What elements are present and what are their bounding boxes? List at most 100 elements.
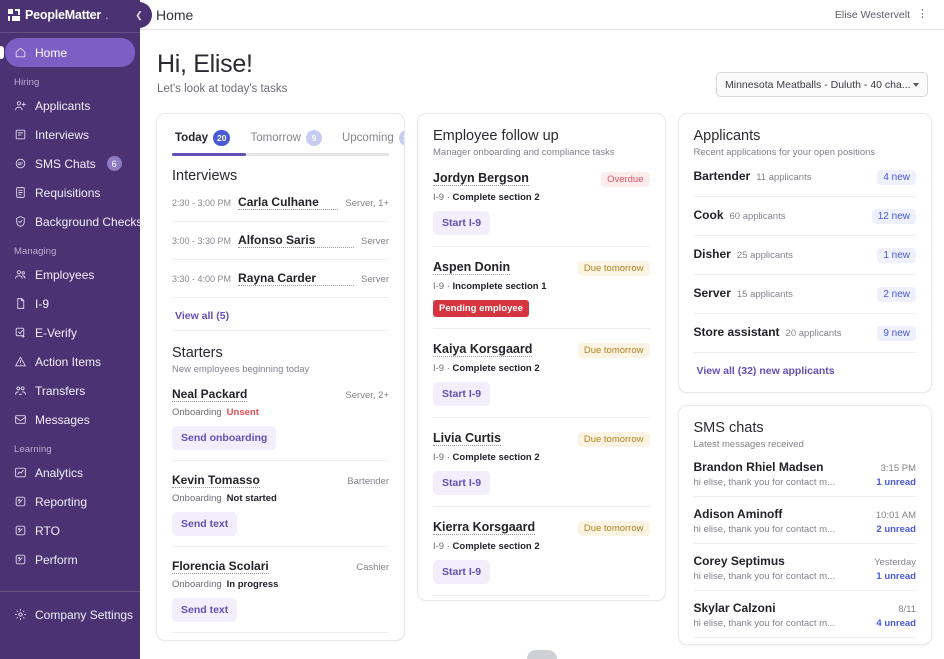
sidebar-footer: Company Settings: [0, 591, 140, 629]
followup-task: I-9 · Complete section 2: [433, 192, 650, 203]
tab-today[interactable]: Today20: [175, 130, 230, 153]
scroll-to-top-button[interactable]: [527, 650, 557, 659]
followup-action-button[interactable]: Start I-9: [433, 211, 490, 235]
followup-task-prefix: I-9 ·: [433, 192, 450, 203]
sidebar-item-requisitions[interactable]: Requisitions: [5, 178, 135, 207]
sidebar-section-label-hiring: Hiring: [0, 67, 140, 91]
location-select[interactable]: Minnesota Meatballs - Duluth - 40 cha...: [716, 72, 928, 97]
report-icon: [14, 553, 27, 566]
starter-row: Kevin TomassoBartenderOnboardingNot star…: [172, 461, 389, 547]
sidebar-item-applicants[interactable]: Applicants: [5, 91, 135, 120]
followup-employee-link[interactable]: Livia Curtis: [433, 431, 501, 446]
followup-header: Kaiya KorsgaardDue tomorrow: [433, 342, 650, 358]
followup-task-prefix: I-9 ·: [433, 281, 450, 292]
starter-status-value: Unsent: [227, 407, 259, 418]
followup-task: I-9 · Complete section 2: [433, 363, 650, 374]
sms-chat-row[interactable]: Ahmad Bergson8/11hi elise, thank you for…: [694, 638, 917, 645]
sidebar-item-sms-chats[interactable]: SMS Chats6: [5, 149, 135, 178]
sidebar-item-messages[interactable]: Messages: [5, 405, 135, 434]
followup-task: I-9 · Complete section 2: [433, 452, 650, 463]
starter-action-button[interactable]: Send onboarding: [172, 426, 276, 450]
applicant-new-badge[interactable]: 4 new: [877, 170, 916, 185]
sidebar-item-i-9[interactable]: I-9: [5, 289, 135, 318]
followup-view-all-link[interactable]: View all (10): [433, 596, 496, 601]
applicants-card: Applicants Recent applications for your …: [678, 113, 933, 393]
sidebar-item-interviews[interactable]: Interviews: [5, 120, 135, 149]
followup-employee-link[interactable]: Aspen Donin: [433, 260, 510, 275]
applicant-new-badge[interactable]: 12 new: [872, 209, 916, 224]
sidebar-item-perform[interactable]: Perform: [5, 545, 135, 574]
interview-candidate-link[interactable]: Alfonso Saris: [238, 233, 354, 248]
sms-chat-row[interactable]: Corey SeptimusYesterdayhi elise, thank y…: [694, 544, 917, 591]
sidebar-item-background-checks[interactable]: Background Checks: [5, 207, 135, 236]
interview-candidate-link[interactable]: Rayna Carder: [238, 271, 354, 286]
sidebar-collapse-button[interactable]: ❮: [126, 2, 152, 28]
sidebar-item-label: Transfers: [35, 384, 85, 398]
sidebar-item-e-verify[interactable]: E-Verify: [5, 318, 135, 347]
tab-upcoming[interactable]: Upcoming14: [342, 130, 405, 153]
interview-row[interactable]: 3:30 - 4:00 PMRayna CarderServer: [172, 260, 389, 298]
user-name[interactable]: Elise Westervelt: [835, 9, 910, 21]
sidebar-item-action-items[interactable]: Action Items: [5, 347, 135, 376]
followup-task: I-9 · Complete section 2: [433, 541, 650, 552]
form-icon: [14, 297, 27, 310]
followup-employee-link[interactable]: Kaiya Korsgaard: [433, 342, 532, 357]
applicant-position-row[interactable]: Store assistant20 applicants9 new: [694, 314, 917, 353]
applicant-new-badge[interactable]: 9 new: [877, 326, 916, 341]
document-icon: [14, 186, 27, 199]
starter-action-button[interactable]: Send text: [172, 598, 237, 622]
brand-logo[interactable]: PeopleMatter .: [0, 0, 140, 30]
applicant-position-row[interactable]: Cook60 applicants12 new: [694, 197, 917, 236]
starter-role: Server, 2+: [345, 390, 389, 401]
followup-header: Livia CurtisDue tomorrow: [433, 431, 650, 447]
home-icon: [14, 46, 27, 59]
starter-status-value: In progress: [227, 579, 279, 590]
followup-employee-link[interactable]: Kierra Korsgaard: [433, 520, 535, 535]
sidebar-item-reporting[interactable]: Reporting: [5, 487, 135, 516]
starter-action-button[interactable]: Send text: [172, 512, 237, 536]
tab-tomorrow[interactable]: Tomorrow9: [250, 130, 321, 153]
applicant-new-badge[interactable]: 2 new: [877, 287, 916, 302]
interview-row[interactable]: 2:30 - 3:00 PMCarla CulhaneServer, 1+: [172, 184, 389, 222]
sms-chat-row[interactable]: Brandon Rhiel Madsen3:15 PMhi elise, tha…: [694, 450, 917, 497]
followup-action-button[interactable]: Start I-9: [433, 471, 490, 495]
sidebar-item-analytics[interactable]: Analytics: [5, 458, 135, 487]
starter-name-link[interactable]: Neal Packard: [172, 387, 247, 402]
applicant-position-row[interactable]: Bartender11 applicants4 new: [694, 158, 917, 197]
chat-icon: [14, 157, 27, 170]
applicants-view-all-link[interactable]: View all (32) new applicants: [694, 353, 835, 379]
starter-status: OnboardingNot started: [172, 493, 389, 504]
starter-name-link[interactable]: Kevin Tomasso: [172, 473, 260, 488]
interview-candidate-link[interactable]: Carla Culhane: [238, 195, 338, 210]
sidebar-item-label: Background Checks: [35, 215, 140, 229]
interviews-view-all-link[interactable]: View all (5): [172, 298, 229, 324]
page-title: Home: [156, 7, 193, 23]
sidebar-nav: Home HiringApplicantsInterviewsSMS Chats6…: [0, 38, 140, 574]
applicants-subtitle: Recent applications for your open positi…: [694, 147, 917, 158]
sidebar-item-home[interactable]: Home: [5, 38, 135, 67]
followup-employee-link[interactable]: Jordyn Bergson: [433, 171, 529, 186]
sidebar-item-transfers[interactable]: Transfers: [5, 376, 135, 405]
interview-row[interactable]: 3:00 - 3:30 PMAlfonso SarisServer: [172, 222, 389, 260]
applicant-new-badge[interactable]: 1 new: [877, 248, 916, 263]
sidebar-item-company-settings[interactable]: Company Settings: [5, 600, 135, 629]
applicant-position-row[interactable]: Disher25 applicants1 new: [694, 236, 917, 275]
followup-row: Kierra KorsgaardDue tomorrowI-9 · Comple…: [433, 507, 650, 596]
sidebar-item-rto[interactable]: RTO: [5, 516, 135, 545]
followup-row: Kaiya KorsgaardDue tomorrow I-9 · Complet…: [433, 329, 650, 418]
followup-action-button[interactable]: Start I-9: [433, 560, 490, 584]
sidebar-item-label: Home: [35, 46, 67, 60]
sidebar-item-employees[interactable]: Employees: [5, 260, 135, 289]
pending-employee-tag: Pending employee: [433, 300, 529, 317]
kebab-menu-icon[interactable]: ⋮: [917, 9, 928, 20]
sms-chat-row[interactable]: Skylar Calzoni8/11hi elise, thank you fo…: [694, 591, 917, 638]
sms-row-header: Adison Aminoff10:01 AM: [694, 507, 917, 521]
sms-chats-card: SMS chats Latest messages received Brand…: [678, 405, 933, 645]
applicant-position-name: Bartender: [694, 169, 751, 183]
followup-action-button[interactable]: Start I-9: [433, 382, 490, 406]
sms-contact-name: Brandon Rhiel Madsen: [694, 460, 824, 474]
applicant-position-row[interactable]: Server15 applicants2 new: [694, 275, 917, 314]
sms-chat-row[interactable]: Adison Aminoff10:01 AMhi elise, thank yo…: [694, 497, 917, 544]
followup-row: Aspen DoninDue tomorrowI-9 · Incomplete …: [433, 247, 650, 329]
starter-name-link[interactable]: Florencia Scolari: [172, 559, 269, 574]
